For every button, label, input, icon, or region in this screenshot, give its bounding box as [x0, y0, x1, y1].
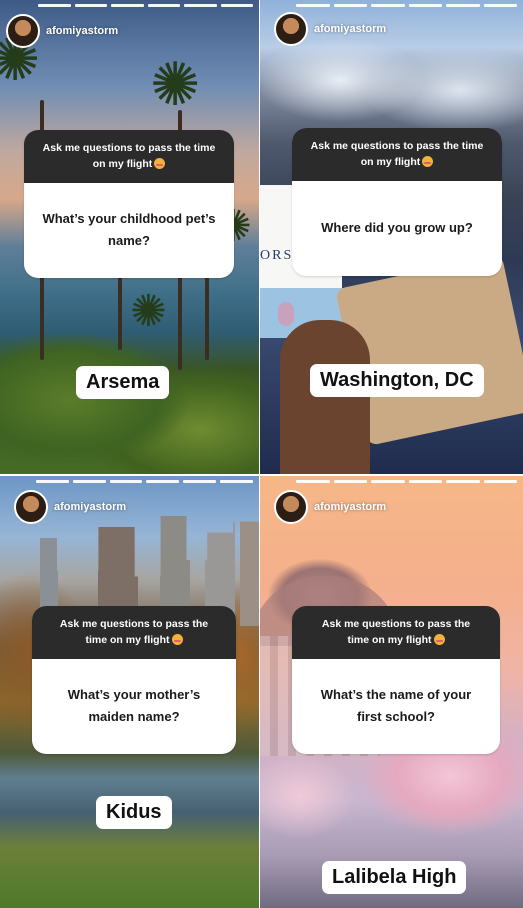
fingernail — [278, 302, 294, 326]
question-prompt: Ask me questions to pass the time on my … — [24, 130, 234, 183]
question-prompt: Ask me questions to pass the time on my … — [292, 606, 500, 659]
story-user[interactable]: afomiyastorm — [274, 12, 386, 46]
answer-label: Lalibela High — [322, 861, 467, 894]
story-progress-bars — [296, 480, 517, 483]
smiling-face-with-hearts-icon — [154, 158, 166, 170]
prompt-text: Ask me questions to pass the time on my … — [59, 618, 209, 647]
prompt-text: Ask me questions to pass the time on my … — [42, 142, 216, 171]
story-progress-bars — [296, 4, 517, 7]
username[interactable]: afomiyastorm — [46, 25, 118, 37]
username[interactable]: afomiyastorm — [314, 501, 386, 513]
prompt-text: Ask me questions to pass the time on my … — [310, 140, 484, 169]
question-prompt: Ask me questions to pass the time on my … — [32, 606, 236, 659]
answer-label: Kidus — [96, 796, 172, 829]
story-progress-bars — [38, 4, 253, 7]
story-panel-4[interactable]: afomiyastorm Ask me questions to pass th… — [260, 476, 523, 908]
answer-label: Arsema — [76, 366, 170, 399]
smiling-face-with-hearts-icon — [422, 156, 434, 168]
smiling-face-with-hearts-icon — [433, 634, 445, 646]
profile-avatar[interactable] — [6, 14, 40, 48]
profile-avatar[interactable] — [14, 490, 48, 524]
profile-avatar[interactable] — [274, 12, 308, 46]
question-sticker: Ask me questions to pass the time on my … — [292, 128, 502, 276]
hand — [280, 320, 370, 474]
story-panel-3[interactable]: afomiyastorm Ask me questions to pass th… — [0, 476, 259, 908]
palm-frond-icon: ✺ — [130, 287, 167, 336]
question-text: What’s your childhood pet’s name? — [42, 210, 216, 249]
question-text: What’s the name of your first school? — [320, 686, 472, 725]
story-collage: ✺ ✺ ✺ ✺ afomiyastorm Ask me questions to… — [0, 0, 523, 908]
smiling-face-with-hearts-icon — [171, 634, 183, 646]
question-sticker: Ask me questions to pass the time on my … — [24, 130, 234, 278]
prompt-text: Ask me questions to pass the time on my … — [321, 618, 471, 647]
question-sticker: Ask me questions to pass the time on my … — [32, 606, 236, 754]
username[interactable]: afomiyastorm — [314, 23, 386, 35]
story-user[interactable]: afomiyastorm — [14, 490, 126, 524]
story-panel-1[interactable]: ✺ ✺ ✺ ✺ afomiyastorm Ask me questions to… — [0, 0, 259, 474]
profile-avatar[interactable] — [274, 490, 308, 524]
story-panel-2[interactable]: ORS afomiyastorm Ask me questions to pas… — [260, 0, 523, 474]
question-text: Where did you grow up? — [321, 219, 473, 235]
story-user[interactable]: afomiyastorm — [6, 14, 118, 48]
question-prompt: Ask me questions to pass the time on my … — [292, 128, 502, 181]
story-user[interactable]: afomiyastorm — [274, 490, 386, 524]
question-text: What’s your mother’s maiden name? — [67, 686, 201, 725]
cup-text: ORS — [260, 248, 294, 263]
story-progress-bars — [36, 480, 253, 483]
question-sticker: Ask me questions to pass the time on my … — [292, 606, 500, 754]
answer-label: Washington, DC — [310, 364, 484, 397]
username[interactable]: afomiyastorm — [54, 501, 126, 513]
palm-frond-icon: ✺ — [150, 51, 201, 118]
